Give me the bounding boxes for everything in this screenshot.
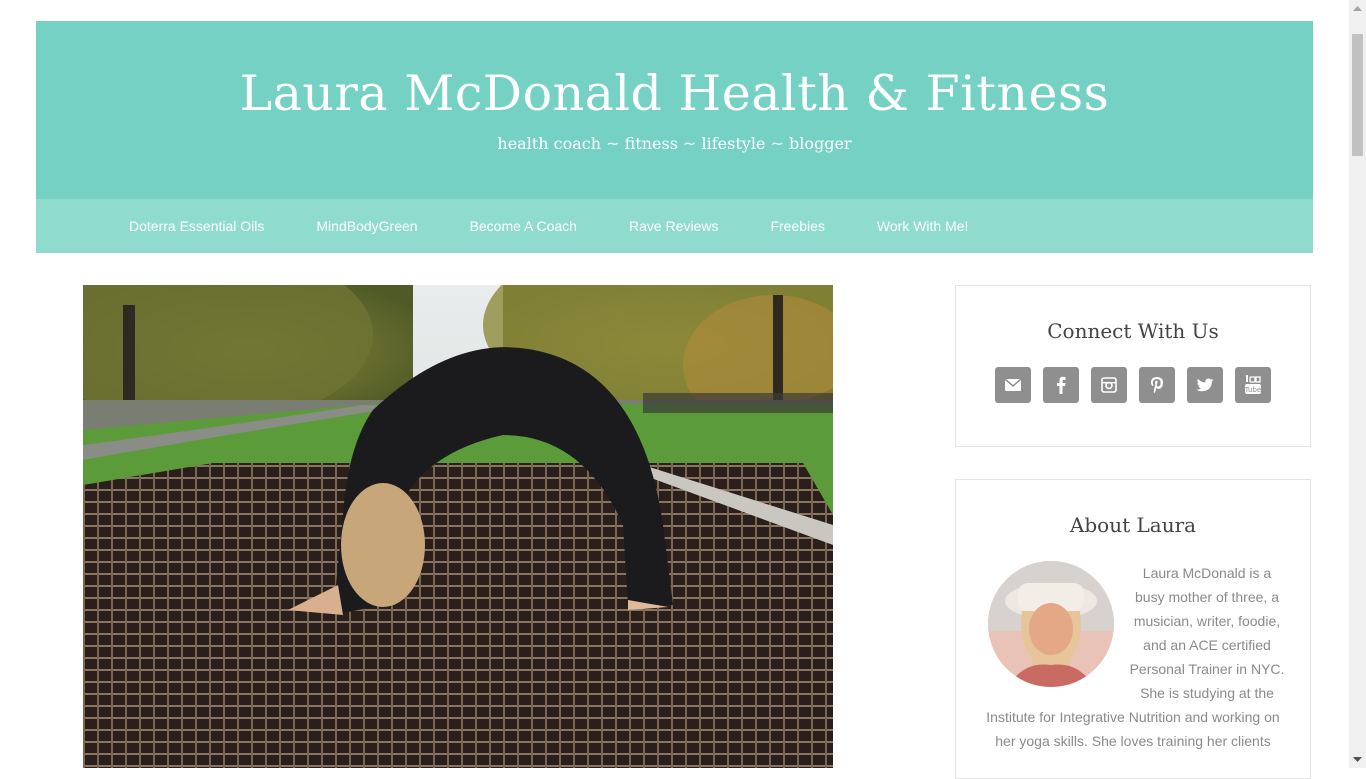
nav-item-freebies[interactable]: Freebies bbox=[770, 218, 824, 234]
facebook-icon[interactable] bbox=[1043, 367, 1079, 403]
youtube-icon[interactable]: Tube bbox=[1235, 367, 1271, 403]
nav-item-work-with-me[interactable]: Work With Me! bbox=[877, 218, 969, 234]
about-widget: About Laura Laura McDonald is a busy mot… bbox=[955, 479, 1311, 779]
nav-item-mindbodygreen[interactable]: MindBodyGreen bbox=[316, 218, 417, 234]
social-icons: Tube bbox=[956, 367, 1310, 403]
instagram-icon[interactable] bbox=[1091, 367, 1127, 403]
avatar bbox=[988, 561, 1114, 687]
nav-item-doterra[interactable]: Doterra Essential Oils bbox=[129, 218, 264, 234]
scroll-up-arrow-icon[interactable] bbox=[1349, 0, 1366, 17]
svg-text:Tube: Tube bbox=[1244, 386, 1261, 394]
site-tagline: health coach ~ fitness ~ lifestyle ~ blo… bbox=[497, 134, 852, 153]
scrollbar-thumb[interactable] bbox=[1352, 34, 1363, 156]
connect-title: Connect With Us bbox=[1047, 319, 1219, 343]
about-content: Laura McDonald is a busy mother of three… bbox=[980, 561, 1286, 753]
twitter-icon[interactable] bbox=[1187, 367, 1223, 403]
scroll-down-arrow-icon[interactable] bbox=[1349, 751, 1366, 768]
nav-item-rave-reviews[interactable]: Rave Reviews bbox=[629, 218, 718, 234]
main-nav: Doterra Essential Oils MindBodyGreen Bec… bbox=[36, 199, 1313, 253]
hero-yoga-photo[interactable] bbox=[83, 285, 833, 768]
email-icon[interactable] bbox=[995, 367, 1031, 403]
site-title[interactable]: Laura McDonald Health & Fitness bbox=[36, 21, 1313, 123]
pinterest-icon[interactable] bbox=[1139, 367, 1175, 403]
about-title: About Laura bbox=[1069, 513, 1197, 537]
hero-photo-illustration bbox=[83, 285, 833, 768]
connect-widget: Connect With Us Tube bbox=[955, 285, 1311, 447]
page-scrollbar[interactable] bbox=[1349, 0, 1366, 768]
site-header: Laura McDonald Health & Fitness health c… bbox=[36, 21, 1313, 199]
nav-item-become-a-coach[interactable]: Become A Coach bbox=[470, 218, 577, 234]
